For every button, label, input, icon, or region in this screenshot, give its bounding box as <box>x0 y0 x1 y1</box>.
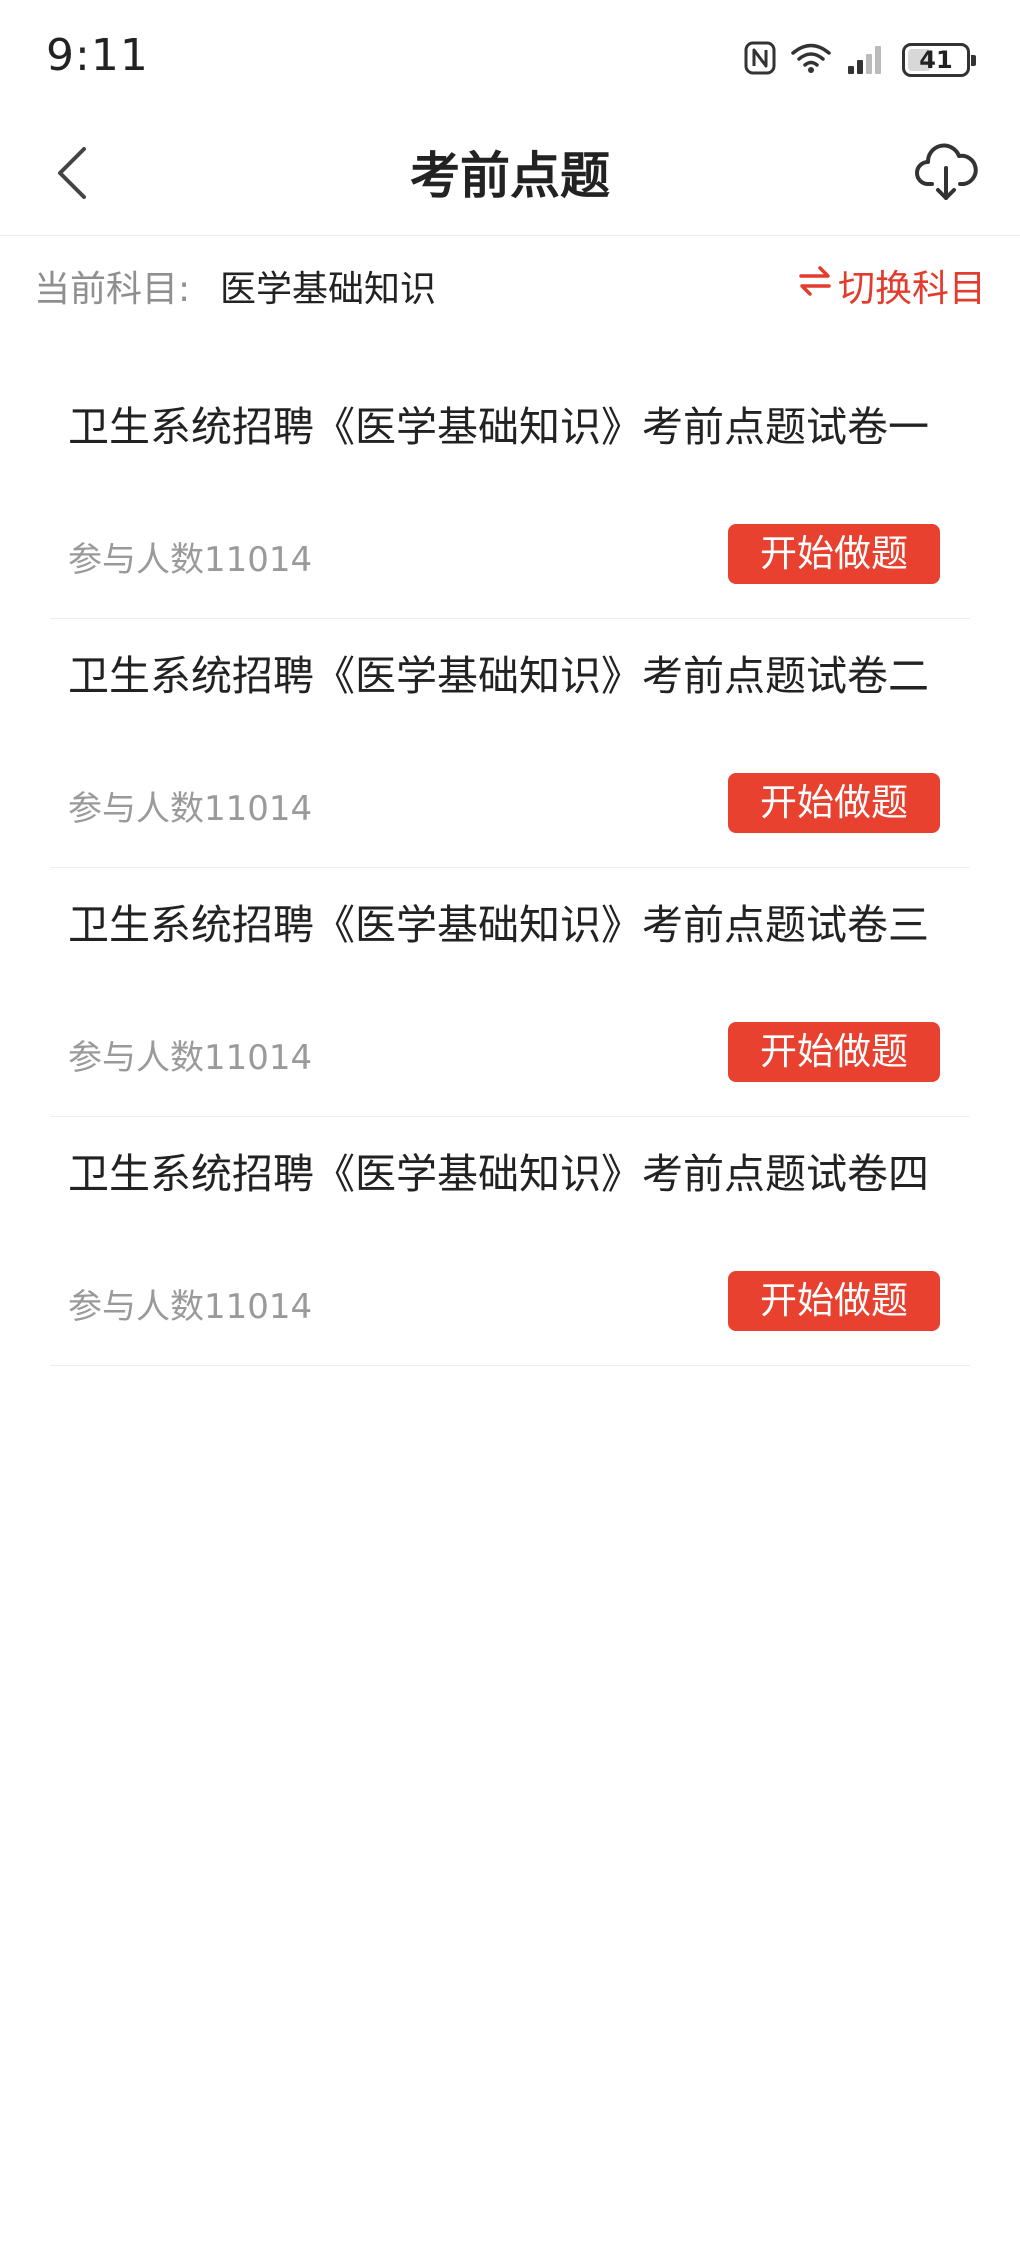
start-quiz-button[interactable]: 开始做题 <box>728 773 940 833</box>
participants-count: 参与人数11014 <box>68 1038 313 1078</box>
battery-icon: 41 <box>902 43 976 77</box>
cloud-download-icon <box>914 142 978 206</box>
signal-icon <box>846 42 888 78</box>
start-quiz-button[interactable]: 开始做题 <box>728 524 940 584</box>
wifi-icon <box>790 42 832 78</box>
status-icons: 41 <box>744 38 976 82</box>
download-button[interactable] <box>908 136 984 212</box>
paper-item[interactable]: 卫生系统招聘《医学基础知识》考前点题试卷二 参与人数11014 开始做题 <box>50 619 970 868</box>
nfc-icon <box>744 41 776 79</box>
paper-title: 卫生系统招聘《医学基础知识》考前点题试卷三 <box>68 901 929 949</box>
status-time: 9:11 <box>46 30 149 81</box>
status-bar: 9:11 41 <box>0 0 1020 118</box>
paper-item[interactable]: 卫生系统招聘《医学基础知识》考前点题试卷四 参与人数11014 开始做题 <box>50 1117 970 1366</box>
paper-title: 卫生系统招聘《医学基础知识》考前点题试卷二 <box>68 652 929 700</box>
paper-title: 卫生系统招聘《医学基础知识》考前点题试卷一 <box>68 403 929 451</box>
start-quiz-button[interactable]: 开始做题 <box>728 1271 940 1331</box>
subject-bar: 当前科目: 医学基础知识 切换科目 <box>0 236 1020 336</box>
paper-list: 卫生系统招聘《医学基础知识》考前点题试卷一 参与人数11014 开始做题 卫生系… <box>50 370 970 1366</box>
paper-title: 卫生系统招聘《医学基础知识》考前点题试卷四 <box>68 1150 929 1198</box>
page-title: 考前点题 <box>410 147 610 205</box>
nav-bar: 考前点题 <box>0 118 1020 236</box>
paper-item[interactable]: 卫生系统招聘《医学基础知识》考前点题试卷三 参与人数11014 开始做题 <box>50 868 970 1117</box>
battery-level: 41 <box>919 46 953 74</box>
subject-value: 医学基础知识 <box>220 269 437 310</box>
switch-subject-button[interactable]: 切换科目 <box>798 258 986 312</box>
swap-arrows-icon <box>798 264 832 307</box>
switch-subject-label: 切换科目 <box>838 267 986 310</box>
subject-label: 当前科目: <box>34 269 191 310</box>
participants-count: 参与人数11014 <box>68 789 313 829</box>
paper-item[interactable]: 卫生系统招聘《医学基础知识》考前点题试卷一 参与人数11014 开始做题 <box>50 370 970 619</box>
participants-count: 参与人数11014 <box>68 540 313 580</box>
start-quiz-button[interactable]: 开始做题 <box>728 1022 940 1082</box>
participants-count: 参与人数11014 <box>68 1287 313 1327</box>
